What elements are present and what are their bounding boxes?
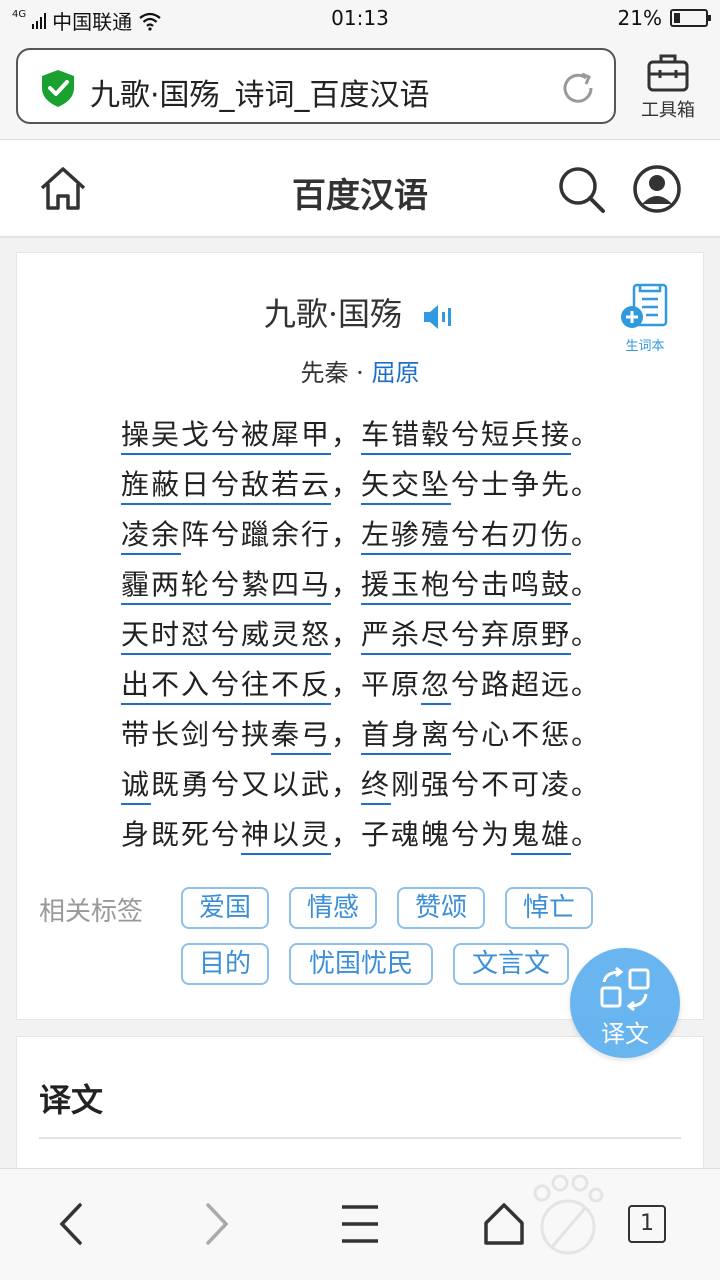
dynasty: 先秦 [300,359,349,387]
poem-title-row: 九歌·国殇 [17,289,703,335]
poem-text: 阵兮躐余行， [181,518,362,551]
poem-card: 九歌·国殇 生词本 先秦 · 屈原 操吴戈兮被犀甲，车错毂兮短兵接。 旌蔽日兮敌若… [16,252,704,1020]
tag-item[interactable]: 悼亡 [505,887,593,929]
poem-text: 兮士争先。 [451,468,602,501]
glossed-word-link[interactable]: 左骖殪兮右刃伤 [361,518,572,555]
poem-text: 身既死兮 [121,818,242,851]
glossed-word-link[interactable]: 天时怼兮威灵怒 [121,618,332,655]
menu-icon[interactable] [340,1201,380,1247]
reload-icon[interactable] [558,68,598,108]
browser-toolbar: 九歌·国殇_诗词_百度汉语 工具箱 [0,36,720,140]
poem-text: ， [331,718,362,751]
translate-fab-label: 译文 [601,1020,649,1048]
glossed-word-link[interactable]: 霾两轮兮絷四马 [121,568,332,605]
glossed-word-link[interactable]: 鬼雄 [511,818,572,855]
tags-label: 相关标签 [39,897,144,927]
battery-percent: 21% [617,6,662,30]
home-icon[interactable] [482,1201,526,1247]
poem-text: 。 [571,418,602,451]
glossed-word-link[interactable]: 操吴戈兮被犀甲 [121,418,332,455]
poem-line: 霾两轮兮絷四马，援玉枹兮击鸣鼓。 [121,563,601,613]
toolbox-button[interactable]: 工具箱 [628,52,708,122]
tabs-icon[interactable]: 1 [628,1205,666,1243]
poem-text: 带长剑兮挟 [121,718,272,751]
glossed-word-link[interactable]: 诚 [121,768,152,805]
poem-line: 出不入兮往不反，平原忽兮路超远。 [121,663,601,713]
glossed-word-link[interactable]: 旌蔽日兮敌若云 [121,468,332,505]
status-bar: 4G 中国联通 01:13 21% [0,0,720,36]
search-icon[interactable] [556,164,606,214]
poem-line: 带长剑兮挟秦弓，首身离兮心不惩。 [121,713,601,763]
clock: 01:13 [331,6,389,30]
poem-text: 刚强兮不可凌。 [391,768,602,801]
separator: · [356,359,364,387]
glossed-word-link[interactable]: 出不入兮往不反 [121,668,332,705]
poem-text: ， [331,468,362,501]
translation-heading: 译文 [39,1081,104,1119]
glossed-word-link[interactable]: 严杀尽兮弃原野 [361,618,572,655]
author-line: 先秦 · 屈原 [17,353,703,388]
poem-text: ，平原 [331,668,422,701]
site-header: 百度汉语 [0,140,720,238]
poem-line: 凌余阵兮躐余行，左骖殪兮右刃伤。 [121,513,601,563]
poem-text: ， [331,568,362,601]
translate-fab[interactable]: 译文 [570,948,680,1058]
vocab-book-label: 生词本 [625,339,665,354]
author-link[interactable]: 屈原 [371,359,419,387]
tag-item[interactable]: 忧国忧民 [289,943,433,985]
toolbox-label: 工具箱 [641,100,695,121]
swap-icon [600,966,650,1012]
glossed-word-link[interactable]: 首身离 [361,718,452,755]
poem-text: 。 [571,518,602,551]
glossed-word-link[interactable]: 神以灵 [241,818,332,855]
glossed-word-link[interactable]: 秦弓 [271,718,332,755]
poem-text: ， [331,618,362,651]
tag-item[interactable]: 赞颂 [397,887,485,929]
poem-text: 既勇兮又以武， [151,768,362,801]
vocab-book-icon [621,283,668,328]
tag-item[interactable]: 目的 [181,943,269,985]
url-title: 九歌·国殇_诗词_百度汉语 [90,78,430,113]
glossed-word-link[interactable]: 终 [361,768,392,805]
poem-body: 操吴戈兮被犀甲，车错毂兮短兵接。 旌蔽日兮敌若云，矢交坠兮士争先。 凌余阵兮躐余行，… [121,413,601,863]
site-title: 百度汉语 [292,176,428,216]
tag-item[interactable]: 情感 [289,887,377,929]
poem-text: 。 [571,818,602,851]
forward-icon[interactable] [198,1201,234,1247]
glossed-word-link[interactable]: 忽 [421,668,452,705]
poem-text: ， [331,418,362,451]
poem-line: 身既死兮神以灵，子魂魄兮为鬼雄。 [121,813,601,863]
poem-text: 兮心不惩。 [451,718,602,751]
paw-watermark-icon [533,1174,604,1255]
battery-icon [670,9,711,27]
divider [39,1137,681,1139]
poem-line: 天时怼兮威灵怒，严杀尽兮弃原野。 [121,613,601,663]
speaker-icon[interactable] [422,303,456,331]
poem-text: 。 [571,568,602,601]
poem-line: 诚既勇兮又以武，终刚强兮不可凌。 [121,763,601,813]
bottom-nav: 1 [0,1168,720,1280]
glossed-word-link[interactable]: 凌余 [121,518,182,555]
tag-item[interactable]: 爱国 [181,887,269,929]
glossed-word-link[interactable]: 矢交坠 [361,468,452,505]
shield-check-icon [42,70,74,107]
tag-item[interactable]: 文言文 [453,943,569,985]
vocab-book-button[interactable]: 生词本 [615,283,675,354]
user-icon[interactable] [632,164,682,214]
poem-text: ，子魂魄兮为 [331,818,512,851]
poem-line: 操吴戈兮被犀甲，车错毂兮短兵接。 [121,413,601,463]
poem-line: 旌蔽日兮敌若云，矢交坠兮士争先。 [121,463,601,513]
glossed-word-link[interactable]: 车错毂兮短兵接 [361,418,572,455]
back-icon[interactable] [54,1201,90,1247]
toolbox-icon [647,54,689,92]
poem-title: 九歌·国殇 [263,295,402,333]
poem-text: 。 [571,618,602,651]
address-bar[interactable]: 九歌·国殇_诗词_百度汉语 [16,48,616,124]
glossed-word-link[interactable]: 援玉枹兮击鸣鼓 [361,568,572,605]
poem-text: 兮路超远。 [451,668,602,701]
